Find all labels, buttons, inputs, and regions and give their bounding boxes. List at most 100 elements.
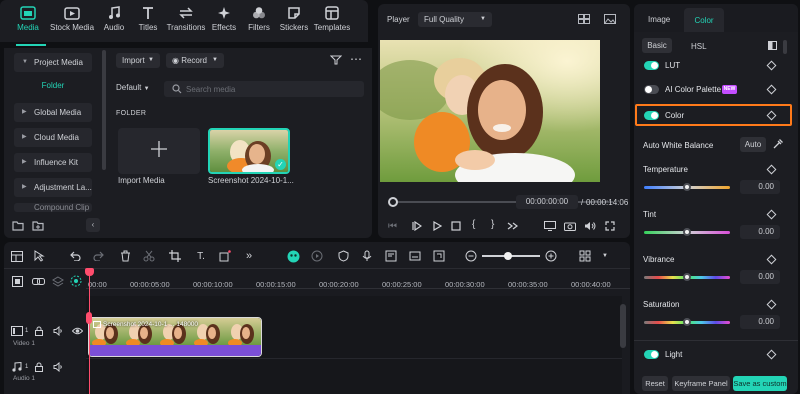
playback-progress-track[interactable]	[389, 201, 613, 203]
ai-assist-icon[interactable]	[286, 249, 300, 263]
undo-icon[interactable]	[68, 249, 82, 263]
keyframe-diamond-icon[interactable]	[766, 349, 777, 360]
layers-icon[interactable]	[52, 276, 64, 287]
playback-progress-handle[interactable]	[388, 197, 398, 207]
display-icon[interactable]	[544, 221, 556, 231]
voiceover-icon[interactable]	[384, 249, 398, 263]
import-dropdown[interactable]: Import ▼	[116, 53, 160, 68]
collapse-sidebar-button[interactable]: ‹	[86, 218, 100, 232]
light-toggle[interactable]	[644, 350, 659, 359]
panel-scrollbar[interactable]	[783, 40, 787, 54]
text-tool-icon[interactable]: T.	[194, 249, 208, 263]
saturation-value[interactable]: 0.00	[740, 315, 780, 329]
delete-icon[interactable]	[118, 249, 132, 263]
eyedropper-icon[interactable]	[773, 139, 783, 149]
sidebar-item-project-media[interactable]: ▼ Project Media	[14, 53, 92, 72]
zoom-out-icon[interactable]	[464, 249, 478, 263]
sidebar-item-adjustment-layer[interactable]: ▶ Adjustment La...	[14, 178, 92, 197]
magnet-icon[interactable]	[70, 275, 82, 287]
grid-view-icon[interactable]	[578, 14, 590, 24]
sidebar-item-cloud-media[interactable]: ▶ Cloud Media	[14, 128, 92, 147]
playhead[interactable]	[89, 268, 90, 394]
zoom-in-icon[interactable]	[544, 249, 558, 263]
more-controls-icon[interactable]	[506, 221, 520, 231]
more-tools-icon[interactable]: »	[242, 249, 256, 263]
speaker-icon[interactable]	[53, 362, 63, 372]
keyframe-diamond-icon[interactable]	[766, 84, 777, 95]
microphone-icon[interactable]	[360, 249, 374, 263]
compare-icon[interactable]	[768, 41, 777, 50]
shield-icon[interactable]	[336, 249, 350, 263]
subtitle-icon[interactable]	[408, 249, 422, 263]
crop-icon[interactable]	[168, 249, 182, 263]
record-dropdown[interactable]: ◉ Record ▼	[166, 53, 224, 68]
more-options-icon[interactable]: ⋯	[350, 52, 362, 66]
timeline-scrollbar[interactable]	[620, 304, 626, 348]
ai-color-palette-toggle[interactable]	[644, 85, 659, 94]
quality-dropdown[interactable]: Full Quality ▼	[418, 12, 492, 27]
sort-dropdown[interactable]: Default ▼	[116, 83, 150, 92]
split-icon[interactable]	[142, 249, 156, 263]
mark-out-icon[interactable]: }	[491, 219, 494, 230]
keyframe-diamond-icon[interactable]	[766, 209, 777, 220]
layout-icon[interactable]	[10, 249, 24, 263]
auto-button[interactable]: Auto	[740, 137, 766, 152]
export-frame-icon[interactable]	[432, 249, 446, 263]
redo-icon[interactable]	[92, 249, 106, 263]
search-input[interactable]: Search media	[164, 81, 364, 97]
tab-media[interactable]: Media	[6, 4, 50, 40]
temperature-value[interactable]: 0.00	[740, 180, 780, 194]
tab-image[interactable]: Image	[648, 15, 670, 24]
volume-icon[interactable]	[584, 221, 596, 231]
snapshot-icon[interactable]	[564, 221, 576, 231]
sidebar-item-compound-clip[interactable]: Compound Clip	[14, 203, 92, 212]
keyframe-diamond-icon[interactable]	[766, 254, 777, 265]
sidebar-item-folder[interactable]: Folder	[14, 77, 92, 94]
keyframe-diamond-icon[interactable]	[766, 60, 777, 71]
select-tool-icon[interactable]	[32, 249, 46, 263]
filter-icon[interactable]	[330, 55, 342, 65]
lut-toggle[interactable]	[644, 61, 659, 70]
keyframe-diamond-icon[interactable]	[766, 299, 777, 310]
subtab-hsl[interactable]: HSL	[691, 42, 707, 51]
fullscreen-icon[interactable]	[605, 221, 615, 231]
sidebar-item-global-media[interactable]: ▶ Global Media	[14, 103, 92, 122]
vibrance-slider-handle[interactable]	[683, 273, 691, 281]
tab-stock-media[interactable]: Stock Media	[50, 4, 94, 40]
import-media-tile[interactable]	[118, 128, 200, 174]
grid-layout-icon[interactable]	[578, 249, 592, 263]
temperature-slider-handle[interactable]	[683, 183, 691, 191]
import-folder-icon[interactable]	[32, 220, 44, 231]
tab-color[interactable]: Color	[684, 8, 724, 32]
stop-icon[interactable]	[451, 221, 461, 231]
subtab-basic[interactable]: Basic	[642, 38, 672, 53]
play-reverse-icon[interactable]	[412, 221, 422, 231]
render-icon[interactable]	[310, 249, 324, 263]
speaker-icon[interactable]	[53, 326, 63, 336]
reset-button[interactable]: Reset	[642, 376, 668, 391]
zoom-slider-handle[interactable]	[504, 252, 512, 260]
play-icon[interactable]	[432, 221, 442, 231]
new-folder-icon[interactable]	[12, 220, 24, 231]
keyframe-diamond-icon[interactable]	[766, 164, 777, 175]
lock-icon[interactable]	[34, 326, 44, 336]
media-clip-thumbnail[interactable]: ✓	[208, 128, 290, 174]
video-clip[interactable]: Screenshot 2024-10-1 ... 148000	[88, 317, 262, 357]
saturation-slider-handle[interactable]	[683, 318, 691, 326]
chevron-down-icon[interactable]: ▼	[598, 249, 612, 263]
eye-icon[interactable]	[72, 326, 83, 336]
mark-in-icon[interactable]: {	[472, 219, 475, 230]
sidebar-item-influence-kit[interactable]: ▶ Influence Kit	[14, 153, 92, 172]
lock-icon[interactable]	[34, 362, 44, 372]
sidebar-scrollbar[interactable]	[102, 50, 106, 170]
playhead-handle[interactable]	[85, 268, 94, 276]
keyframe-panel-button[interactable]: Keyframe Panel	[672, 376, 730, 391]
current-time-field[interactable]: 00:00:00:00	[516, 195, 578, 209]
tint-value[interactable]: 0.00	[740, 225, 780, 239]
add-track-icon[interactable]	[12, 276, 23, 287]
rectangle-tool-icon[interactable]	[218, 249, 232, 263]
tab-templates[interactable]: Templates	[310, 4, 354, 40]
image-icon[interactable]	[604, 14, 616, 24]
tint-slider-handle[interactable]	[683, 228, 691, 236]
link-icon[interactable]	[32, 276, 45, 287]
